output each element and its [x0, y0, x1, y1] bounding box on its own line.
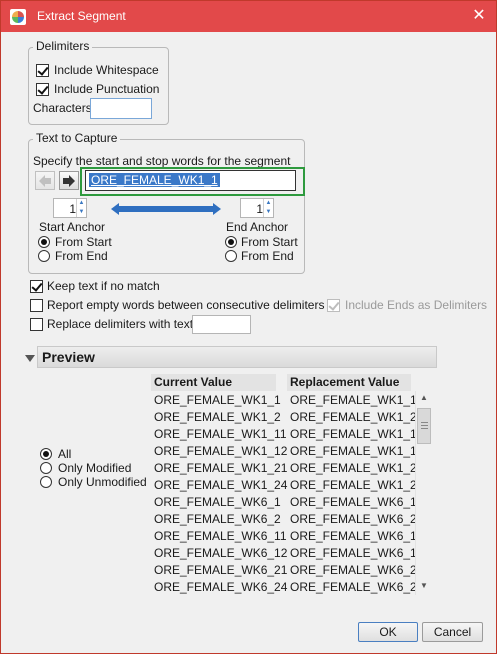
- characters-input[interactable]: [90, 98, 152, 119]
- report-empty-checkbox[interactable]: [30, 299, 43, 312]
- end-anchor-from-end-label: From End: [241, 249, 294, 263]
- start-anchor-label: Start Anchor: [39, 220, 106, 234]
- replacement-value-cell: ORE_FEMALE_WK1_21: [290, 461, 424, 475]
- replacement-value-cell: ORE_FEMALE_WK1_11: [290, 427, 423, 441]
- ok-button[interactable]: OK: [358, 622, 418, 642]
- filter-only-modified-radio[interactable]: [40, 462, 52, 474]
- start-anchor-from-end-radio[interactable]: [38, 250, 50, 262]
- delimiters-group: Delimiters Include Whitespace Include Pu…: [28, 39, 169, 125]
- current-value-cell: ORE_FEMALE_WK1_11: [154, 427, 287, 441]
- current-value-cell: ORE_FEMALE_WK1_2: [154, 410, 281, 424]
- end-anchor-from-start-label: From Start: [241, 235, 298, 249]
- filter-all-label: All: [58, 447, 72, 461]
- current-value-cell: ORE_FEMALE_WK6_24: [154, 580, 288, 594]
- right-arrow-icon: [63, 175, 75, 187]
- current-value-column: ORE_FEMALE_WK1_1 ORE_FEMALE_WK1_2 ORE_FEMA…: [154, 392, 287, 596]
- current-value-cell: ORE_FEMALE_WK6_21: [154, 563, 288, 577]
- forward-arrow-button[interactable]: [59, 171, 79, 190]
- replacement-value-header: Replacement Value: [287, 374, 411, 391]
- preview-scrollbar[interactable]: ▲ ▼: [415, 391, 431, 595]
- replacement-value-cell: ORE_FEMALE_WK1_12: [290, 444, 424, 458]
- filter-only-unmodified-label: Only Unmodified: [58, 475, 147, 489]
- delimiters-legend: Delimiters: [33, 39, 93, 53]
- range-slider[interactable]: [111, 202, 221, 216]
- window-title: Extract Segment: [37, 9, 126, 23]
- replace-delimiters-checkbox[interactable]: [30, 318, 43, 331]
- current-value-cell: ORE_FEMALE_WK6_2: [154, 512, 281, 526]
- cancel-button[interactable]: Cancel: [422, 622, 483, 642]
- include-ends-checkbox[interactable]: [327, 299, 340, 312]
- replacement-value-cell: ORE_FEMALE_WK6_21: [290, 563, 424, 577]
- start-word-spinner[interactable]: 1 ▲ ▼: [53, 198, 87, 218]
- start-anchor-from-start-label: From Start: [55, 235, 112, 249]
- keep-text-checkbox[interactable]: [30, 280, 43, 293]
- close-button[interactable]: ✕: [462, 1, 496, 31]
- text-to-capture-legend: Text to Capture: [33, 131, 121, 145]
- filter-only-unmodified-radio[interactable]: [40, 476, 52, 488]
- current-value-header: Current Value: [151, 374, 276, 391]
- end-anchor-from-start-radio[interactable]: [225, 236, 237, 248]
- spin-arrows-icon[interactable]: ▲ ▼: [76, 199, 86, 217]
- replacement-value-cell: ORE_FEMALE_WK1_1: [290, 393, 417, 407]
- left-arrow-icon: [39, 175, 51, 187]
- start-anchor-from-start-radio[interactable]: [38, 236, 50, 248]
- replace-delimiters-label: Replace delimiters with text: [47, 317, 194, 331]
- scroll-thumb[interactable]: [417, 408, 431, 444]
- current-value-cell: ORE_FEMALE_WK1_24: [154, 478, 288, 492]
- current-value-cell: ORE_FEMALE_WK6_1: [154, 495, 281, 509]
- title-bar: Extract Segment ✕: [1, 1, 496, 32]
- preview-header[interactable]: Preview: [37, 346, 437, 368]
- report-empty-label: Report empty words between consecutive d…: [47, 298, 325, 312]
- current-value-cell: ORE_FEMALE_WK6_12: [154, 546, 288, 560]
- filter-all-radio[interactable]: [40, 448, 52, 460]
- extract-segment-dialog: Extract Segment ✕ Delimiters Include Whi…: [0, 0, 497, 654]
- preview-title: Preview: [42, 349, 95, 365]
- include-whitespace-label: Include Whitespace: [54, 63, 159, 77]
- keep-text-label: Keep text if no match: [47, 279, 160, 293]
- disclosure-triangle-icon[interactable]: [25, 353, 35, 363]
- replacement-value-cell: ORE_FEMALE_WK6_1: [290, 495, 417, 509]
- current-value-cell: ORE_FEMALE_WK6_11: [154, 529, 287, 543]
- replacement-value-cell: ORE_FEMALE_WK6_12: [290, 546, 424, 560]
- replacement-value-cell: ORE_FEMALE_WK1_24: [290, 478, 424, 492]
- replacement-value-cell: ORE_FEMALE_WK6_11: [290, 529, 423, 543]
- include-ends-label: Include Ends as Delimiters: [345, 298, 488, 312]
- start-anchor-from-end-label: From End: [55, 249, 108, 263]
- spin-arrows-icon[interactable]: ▲ ▼: [263, 199, 273, 217]
- replace-delimiters-input[interactable]: [192, 315, 251, 334]
- capture-instruction: Specify the start and stop words for the…: [33, 154, 291, 168]
- replacement-value-cell: ORE_FEMALE_WK6_2: [290, 512, 417, 526]
- current-value-cell: ORE_FEMALE_WK1_21: [154, 461, 288, 475]
- end-anchor-from-end-radio[interactable]: [225, 250, 237, 262]
- include-punctuation-checkbox[interactable]: [36, 83, 49, 96]
- current-value-cell: ORE_FEMALE_WK1_12: [154, 444, 288, 458]
- text-to-capture-group: Text to Capture Specify the start and st…: [28, 131, 305, 274]
- segment-text-field[interactable]: ORE_FEMALE_WK1_1: [85, 170, 296, 191]
- replacement-value-cell: ORE_FEMALE_WK6_24: [290, 580, 424, 594]
- end-word-spinner[interactable]: 1 ▲ ▼: [240, 198, 274, 218]
- back-arrow-button[interactable]: [35, 171, 55, 190]
- start-word-value: 1: [69, 202, 76, 216]
- app-logo-icon: [10, 9, 26, 25]
- include-whitespace-checkbox[interactable]: [36, 64, 49, 77]
- filter-only-modified-label: Only Modified: [58, 461, 132, 475]
- scroll-up-icon[interactable]: ▲: [420, 393, 428, 402]
- characters-label: Characters: [33, 101, 92, 115]
- include-punctuation-label: Include Punctuation: [54, 82, 160, 96]
- replacement-value-cell: ORE_FEMALE_WK1_2: [290, 410, 417, 424]
- segment-selected-text: ORE_FEMALE_WK1_1: [89, 173, 220, 187]
- scroll-down-icon[interactable]: ▼: [420, 581, 428, 590]
- end-word-value: 1: [256, 202, 263, 216]
- replacement-value-column: ORE_FEMALE_WK1_1 ORE_FEMALE_WK1_2 ORE_FEMA…: [290, 392, 423, 596]
- end-anchor-label: End Anchor: [226, 220, 289, 234]
- current-value-cell: ORE_FEMALE_WK1_1: [154, 393, 281, 407]
